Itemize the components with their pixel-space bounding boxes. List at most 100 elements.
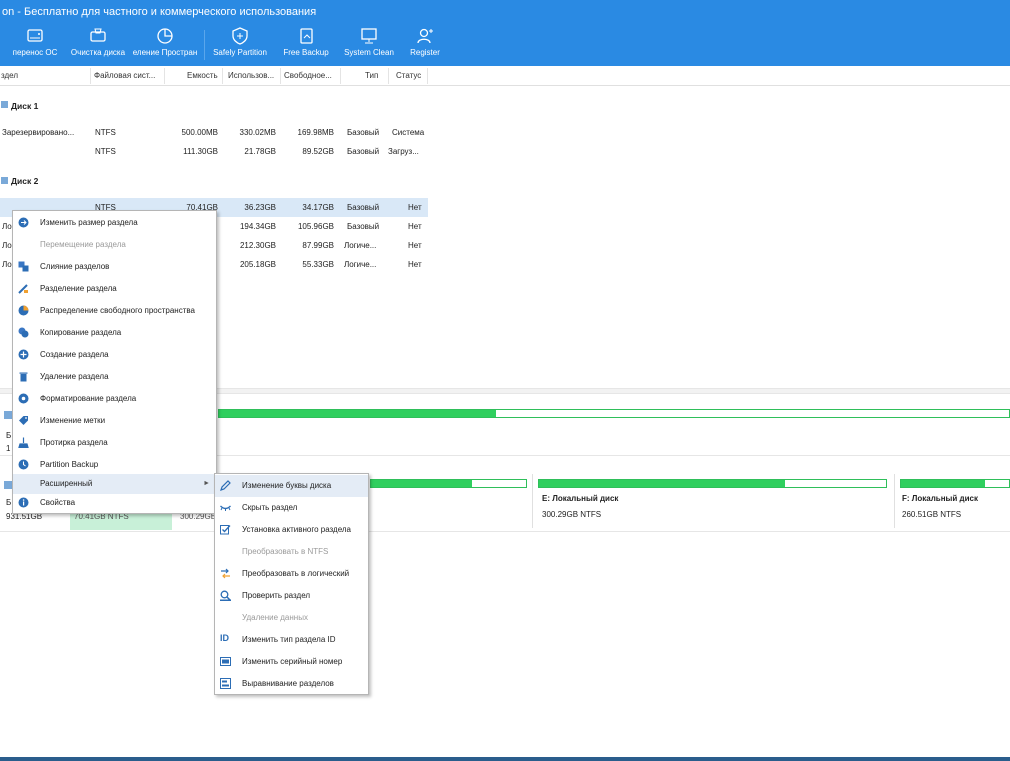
- toolbar-label: перенос ОС: [12, 48, 58, 57]
- menu-item-label: Копирование раздела: [40, 328, 122, 337]
- cell-free: 87.99GB: [302, 241, 334, 250]
- menu-item-allocate[interactable]: Распределение свободного пространства: [13, 300, 216, 322]
- free-backup-button[interactable]: Free Backup: [278, 24, 334, 66]
- serial-icon: [220, 657, 231, 666]
- migrate-os-button[interactable]: перенос ОС: [10, 24, 60, 66]
- drive-icon: [27, 29, 43, 42]
- cell-type: Базовый: [347, 147, 380, 156]
- cell-free: 55.33GB: [302, 260, 334, 269]
- menu-item-split[interactable]: Разделение раздела: [13, 278, 216, 300]
- menu-item-label: Удаление данных: [242, 613, 308, 622]
- col-separator: [280, 68, 281, 84]
- cell-status: Загруз...: [388, 147, 419, 156]
- disk-cleanup-button[interactable]: Очистка диска: [68, 24, 128, 66]
- cell-name: Ло: [2, 222, 12, 231]
- menu-item-advanced[interactable]: Расширенный ►: [13, 474, 216, 494]
- menu-item-properties[interactable]: Свойства: [13, 492, 216, 514]
- disk-icon: [1, 177, 8, 184]
- disk1-size: 1: [6, 444, 11, 453]
- menu-item-label: Удаление раздела: [40, 372, 109, 381]
- submenu-item-change-letter[interactable]: Изменение буквы диска: [215, 475, 368, 497]
- cleanup-icon: [90, 28, 106, 42]
- create-icon: [18, 349, 29, 360]
- backup-icon: [18, 459, 29, 470]
- col-partition[interactable]: здел: [1, 71, 18, 80]
- disk2-label[interactable]: Диск 2: [11, 176, 38, 186]
- cell-free: 34.17GB: [302, 203, 334, 212]
- menu-item-format[interactable]: Форматирование раздела: [13, 388, 216, 410]
- submenu-item-change-type-id[interactable]: ID Изменить тип раздела ID: [215, 629, 368, 651]
- menu-item-label: Изменить размер раздела: [40, 218, 138, 227]
- cell-name: Ло: [2, 260, 12, 269]
- toolbar-label: Free Backup: [283, 48, 329, 57]
- menu-item-label-change[interactable]: Изменение метки: [13, 410, 216, 432]
- menu-item-copy[interactable]: Копирование раздела: [13, 322, 216, 344]
- menu-item-resize[interactable]: Изменить размер раздела: [13, 212, 216, 234]
- submenu-item-convert-ntfs[interactable]: Преобразовать в NTFS: [215, 541, 368, 563]
- partition-usage-bar[interactable]: [370, 479, 527, 488]
- space-analyzer-button[interactable]: еление Простран: [130, 24, 200, 66]
- submenu-item-hide[interactable]: Скрыть раздел: [215, 497, 368, 519]
- cell-capacity: 111.30GB: [183, 147, 218, 156]
- toolbar-label: System Clean: [344, 48, 394, 57]
- usage-fill: [219, 410, 496, 417]
- register-button[interactable]: Register: [404, 24, 446, 66]
- submenu-item-align[interactable]: Выравнивание разделов: [215, 673, 368, 695]
- usage-fill: [539, 480, 786, 487]
- cell-status: Система: [392, 128, 425, 137]
- cell-used: 21.78GB: [244, 147, 276, 156]
- cell-free: 169.98MB: [297, 128, 334, 137]
- cell-used: 36.23GB: [244, 203, 276, 212]
- f-drive-usage-bar[interactable]: [900, 479, 1010, 488]
- col-used[interactable]: Использов...: [228, 71, 274, 80]
- disk-icon: [1, 101, 8, 108]
- toolbar-label: Safely Partition: [213, 48, 267, 57]
- table-row[interactable]: Зарезервировано... NTFS 500.00MB 330.02M…: [0, 123, 428, 142]
- convert-icon: [221, 568, 230, 579]
- col-capacity[interactable]: Емкость: [187, 71, 218, 80]
- safely-partition-button[interactable]: Safely Partition: [210, 24, 270, 66]
- menu-item-label: Partition Backup: [40, 460, 99, 469]
- cell-type: Логиче...: [344, 260, 377, 269]
- menu-item-label: Протирка раздела: [40, 438, 108, 447]
- menu-item-label: Разделение раздела: [40, 284, 117, 293]
- cell-free: 105.96GB: [297, 222, 334, 231]
- submenu-item-check-partition[interactable]: Проверить раздел: [215, 585, 368, 607]
- col-separator: [427, 68, 428, 84]
- menu-item-label: Перемещение раздела: [40, 240, 126, 249]
- system-clean-button[interactable]: System Clean: [340, 24, 398, 66]
- menu-item-move[interactable]: Перемещение раздела: [13, 234, 216, 256]
- submenu-arrow-icon: ►: [203, 480, 210, 487]
- col-separator: [340, 68, 341, 84]
- menu-item-merge[interactable]: Слияние разделов: [13, 256, 216, 278]
- toolbar-label: еление Простран: [132, 48, 198, 57]
- col-status[interactable]: Статус: [396, 71, 421, 80]
- menu-item-create[interactable]: Создание раздела: [13, 344, 216, 366]
- col-separator: [388, 68, 389, 84]
- menu-item-label: Проверить раздел: [242, 591, 311, 600]
- cell-status: Нет: [408, 241, 422, 250]
- e-drive-usage-bar[interactable]: [538, 479, 887, 488]
- menu-item-partition-backup[interactable]: Partition Backup: [13, 454, 216, 476]
- id-icon: ID: [220, 633, 229, 643]
- trash-icon: [19, 372, 28, 382]
- submenu-item-set-active[interactable]: Установка активного раздела: [215, 519, 368, 541]
- col-type[interactable]: Тип: [365, 71, 378, 80]
- menu-item-label: Распределение свободного пространства: [40, 306, 195, 315]
- toolbar: перенос ОС Очистка диска еление Простран…: [0, 24, 1010, 66]
- disk1-usage-bar[interactable]: [218, 409, 1010, 418]
- menu-item-wipe[interactable]: Протирка раздела: [13, 432, 216, 454]
- copy-icon: [18, 327, 29, 338]
- col-filesystem[interactable]: Файловая сист...: [94, 71, 155, 80]
- table-row[interactable]: NTFS 111.30GB 21.78GB 89.52GB Базовый За…: [0, 142, 428, 161]
- submenu-item-wipe-data[interactable]: Удаление данных: [215, 607, 368, 629]
- cell-used: 212.30GB: [239, 241, 276, 250]
- cell-name: Зарезервировано...: [2, 128, 75, 137]
- menu-item-delete[interactable]: Удаление раздела: [13, 366, 216, 388]
- cell-capacity: 500.00MB: [181, 128, 218, 137]
- submenu-item-change-serial[interactable]: Изменить серийный номер: [215, 651, 368, 673]
- disk1-label[interactable]: Диск 1: [11, 101, 38, 111]
- info-icon: [18, 497, 29, 508]
- submenu-item-convert-logical[interactable]: Преобразовать в логический: [215, 563, 368, 585]
- col-free[interactable]: Свободное...: [284, 71, 332, 80]
